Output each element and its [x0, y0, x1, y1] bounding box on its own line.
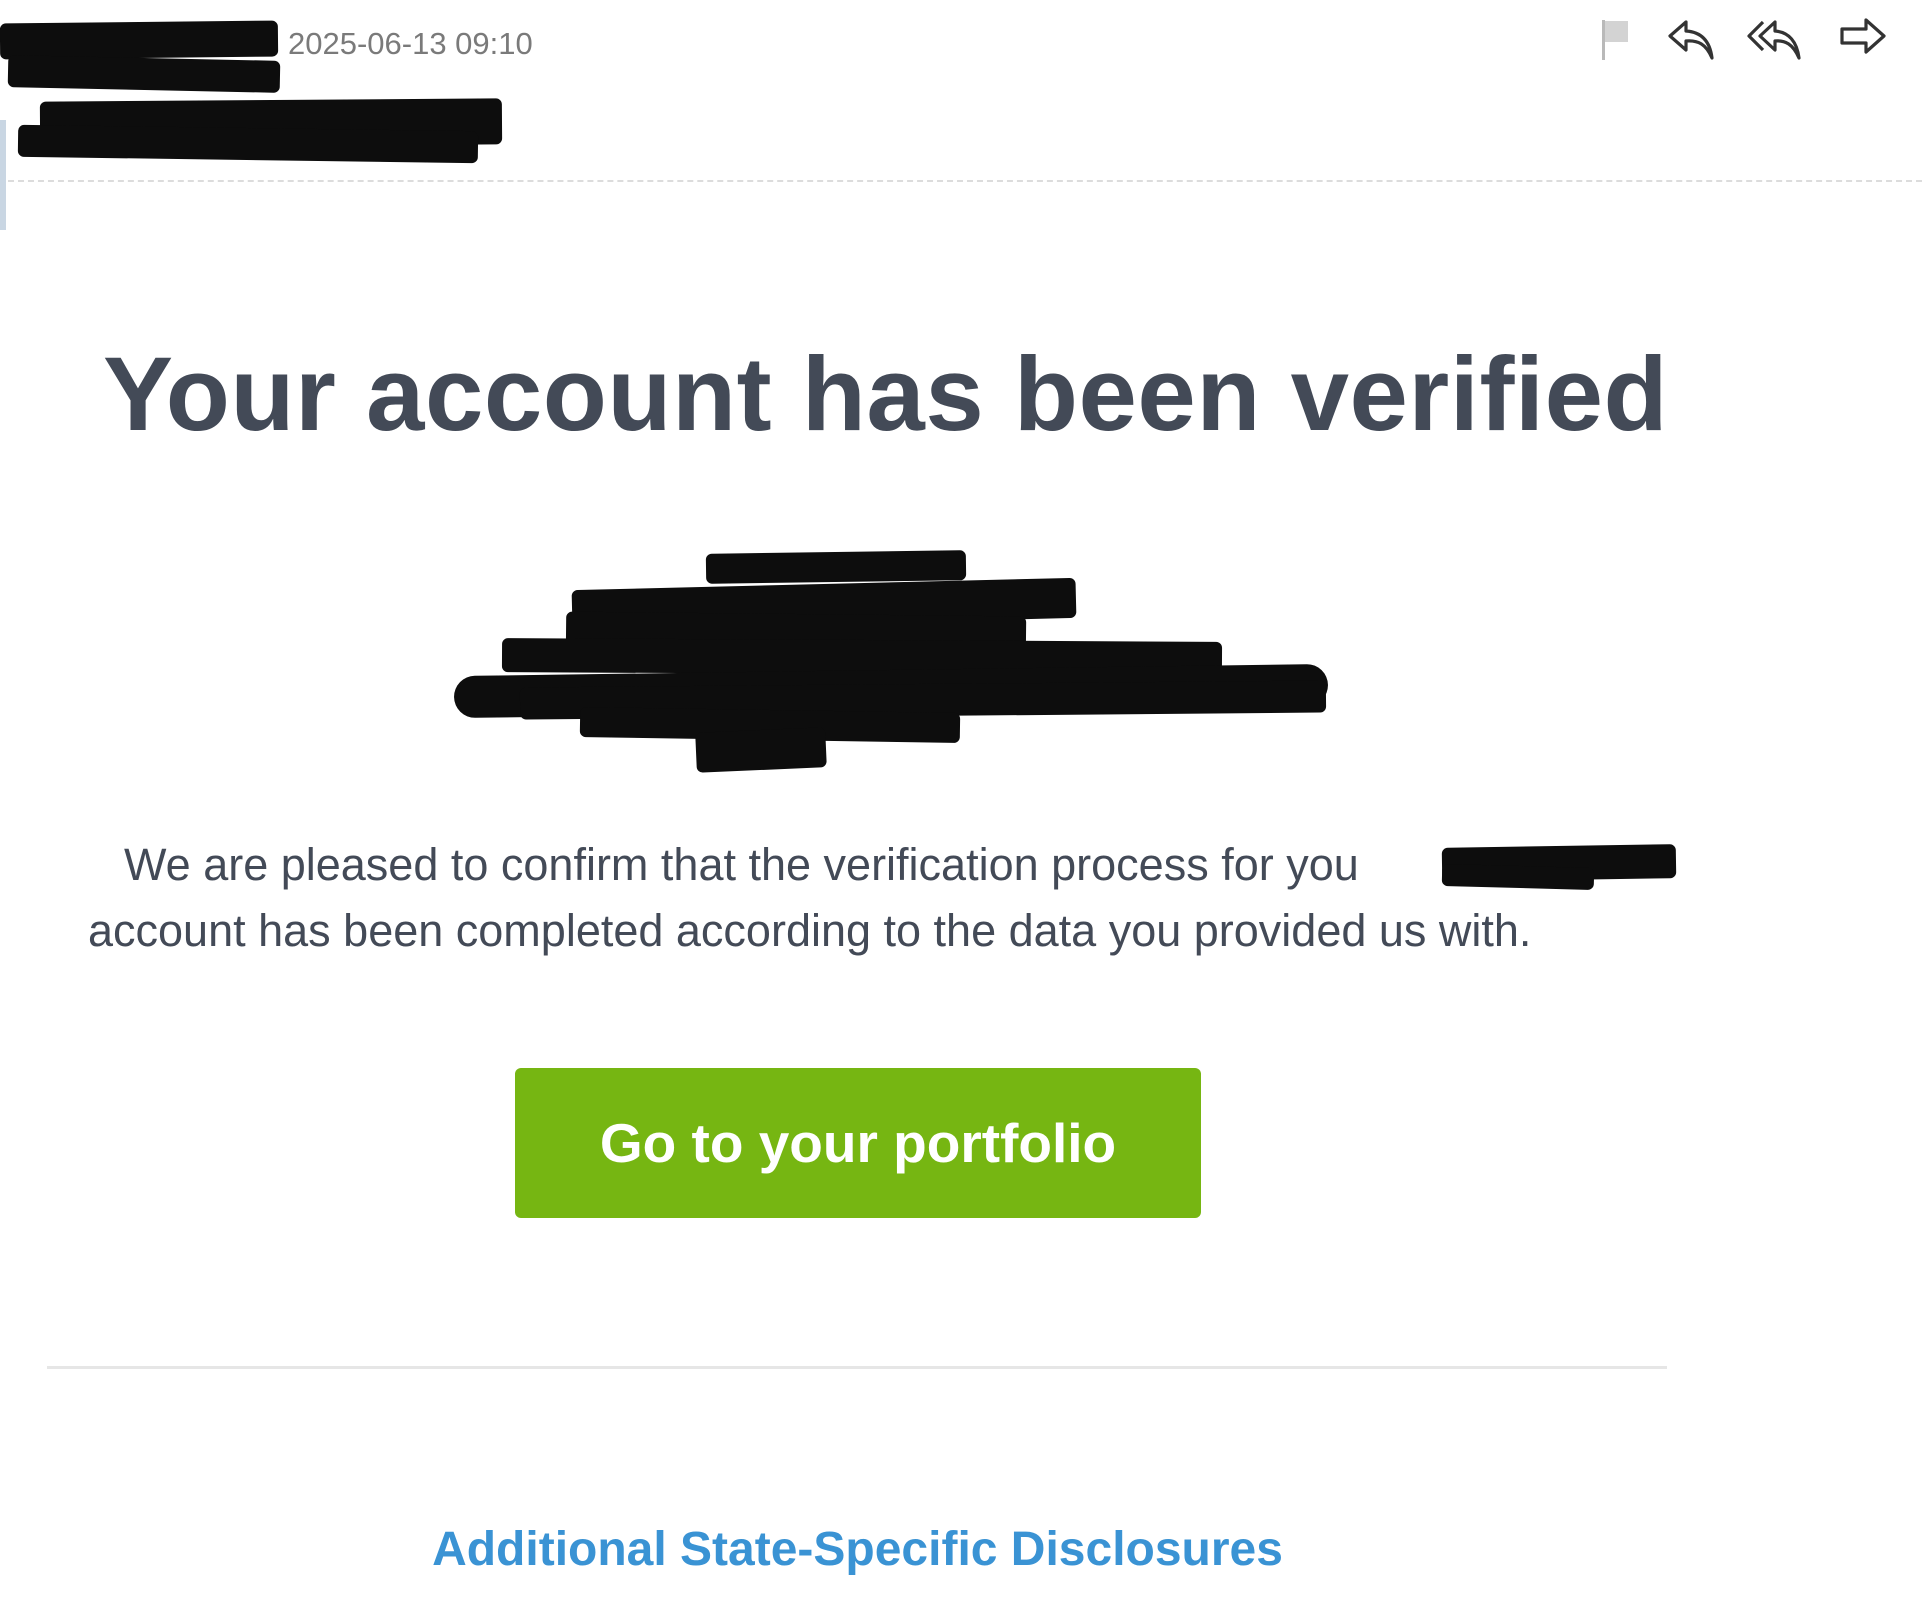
email-headline: Your account has been verified: [103, 336, 1669, 453]
reply-icon[interactable]: [1664, 12, 1720, 68]
message-header: 2025-06-13 09:10: [0, 0, 1922, 230]
header-divider: [8, 180, 1922, 182]
message-actions: [1582, 12, 1922, 72]
reply-all-icon[interactable]: [1747, 12, 1803, 68]
content-divider: [47, 1366, 1667, 1369]
forward-icon[interactable]: [1836, 12, 1892, 68]
go-to-portfolio-button[interactable]: Go to your portfolio: [515, 1068, 1201, 1218]
body-line-2: account has been completed according to …: [88, 905, 1532, 956]
thread-indicator: [0, 120, 6, 230]
redacted-sender-scribble: [7, 55, 281, 93]
redacted-account-type-scribble: [1441, 864, 1595, 890]
redacted-recipient-scribble: [17, 124, 479, 164]
state-disclosures-link[interactable]: Additional State-Specific Disclosures: [0, 1520, 1715, 1580]
flag-icon[interactable]: [1582, 12, 1638, 68]
message-timestamp: 2025-06-13 09:10: [288, 26, 533, 61]
redacted-sender: [0, 20, 279, 60]
